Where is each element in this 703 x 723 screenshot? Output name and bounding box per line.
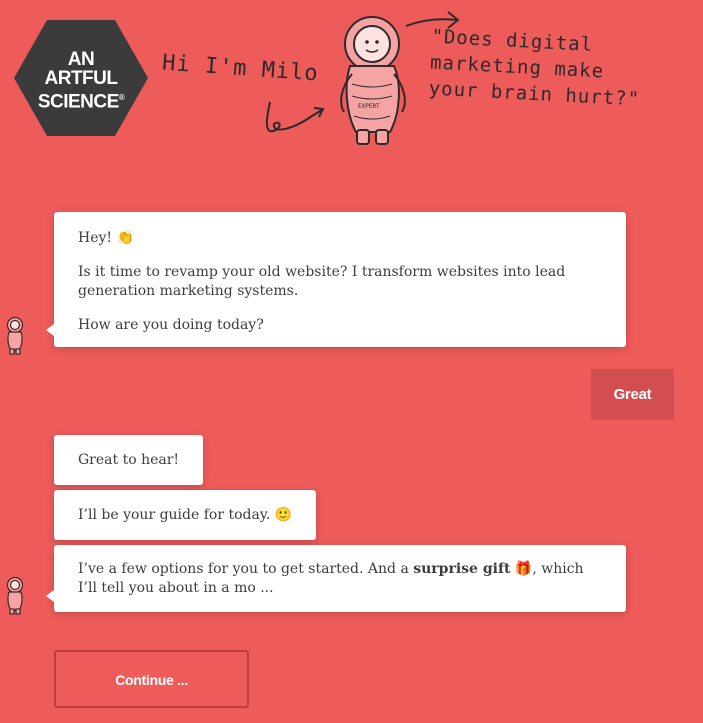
squiggle-arrow-icon	[265, 101, 325, 133]
smile-icon: 🙂	[274, 507, 293, 523]
message-text: Is it time to revamp your old website? I…	[78, 264, 566, 299]
bubble-tail	[46, 590, 54, 602]
logo-line-3: SCIENCE	[37, 91, 119, 113]
gift-icon: 🎁	[514, 561, 533, 577]
brand-logo[interactable]: AN ARTFUL SCIENCE®	[14, 20, 148, 136]
logo-registered-mark: ®	[118, 93, 125, 102]
bot-message-options: I’ve a few options for you to get starte…	[46, 545, 626, 612]
continue-button[interactable]: Continue ...	[54, 650, 249, 708]
message-text: I’ve a few options for you to get starte…	[78, 561, 414, 577]
message-text: Great to hear!	[78, 452, 180, 468]
message-text: Hey!	[78, 230, 113, 246]
logo-text: AN ARTFUL SCIENCE®	[14, 50, 148, 111]
mascot-label: EXPERT	[358, 103, 380, 110]
bot-message-guide: I’ll be your guide for today. 🙂	[54, 490, 317, 540]
bot-message-intro: Hey! 👏 Is it time to revamp your old web…	[46, 212, 626, 347]
logo-line-2: ARTFUL	[44, 68, 118, 89]
bot-message-great: Great to hear!	[54, 435, 204, 485]
message-bold-text: surprise gift	[413, 561, 511, 577]
logo-line-1: AN	[67, 49, 95, 70]
user-reply-great[interactable]: Great	[591, 369, 674, 420]
message-text: How are you doing today?	[78, 317, 264, 333]
tagline-quote: "Does digital marketing make your brain …	[428, 24, 682, 115]
greeting-text: Hi I'm Milo	[161, 50, 320, 87]
site-header: AN ARTFUL SCIENCE® Hi I'm Milo EXPERT "D…	[0, 0, 703, 160]
clapping-hands-icon: 👏	[116, 230, 134, 246]
bubble-tail	[46, 324, 54, 336]
message-text: I’ll be your guide for today.	[78, 507, 271, 523]
milo-avatar-icon	[6, 316, 24, 355]
milo-avatar-icon	[6, 576, 24, 615]
